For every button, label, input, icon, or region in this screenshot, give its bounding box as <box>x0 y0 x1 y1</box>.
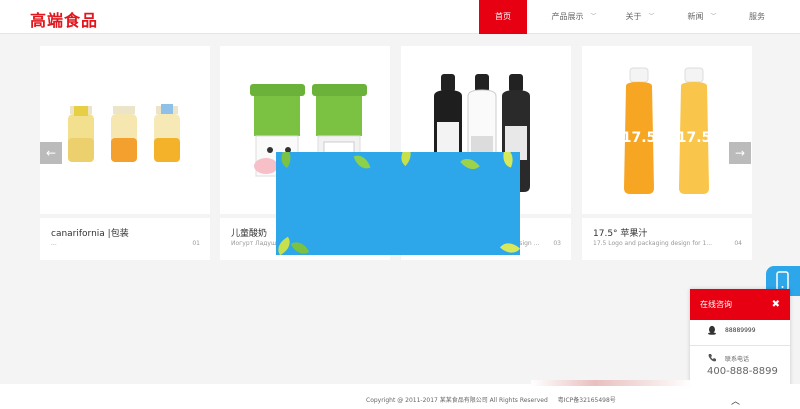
nav-item-service[interactable]: 服务 <box>731 0 783 34</box>
qq-contact[interactable]: 88889999 <box>707 325 756 335</box>
product-card[interactable]: 17.5 17.5 17.5° 苹果汁 17.5 Logo and packag… <box>582 46 752 260</box>
phone-label-row: 联系电话 <box>707 353 749 363</box>
close-icon[interactable]: ✖ <box>772 289 780 320</box>
back-to-top-button[interactable]: ︿ <box>731 394 740 407</box>
nav-label: 服务 <box>749 12 765 21</box>
phone-label: 联系电话 <box>725 355 750 363</box>
card-title[interactable]: canarifornia |包装 <box>51 226 129 239</box>
leaf-decoration <box>499 152 517 168</box>
chevron-down-icon: ﹀ <box>648 13 655 20</box>
leaf-decoration <box>353 152 371 172</box>
qq-number: 88889999 <box>725 326 756 334</box>
main-nav: 首页 产品展示 ﹀ 关于 ﹀ 新闻 ﹀ 服务 <box>479 0 783 34</box>
product-image: 17.5 17.5 <box>582 46 752 214</box>
popup-banner[interactable] <box>276 152 520 255</box>
phone-icon <box>708 354 716 362</box>
slider-next-button[interactable]: → <box>729 142 751 164</box>
svg-text:17.5: 17.5 <box>677 130 712 146</box>
site-header: 高端食品 首页 产品展示 ﹀ 关于 ﹀ 新闻 ﹀ 服务 <box>0 0 800 34</box>
nav-item-home[interactable]: 首页 <box>479 0 527 34</box>
site-logo[interactable]: 高端食品 <box>30 7 98 31</box>
phone-number[interactable]: 400-888-8899 <box>707 366 778 377</box>
card-number: 03 <box>553 240 561 247</box>
nav-label: 关于 <box>625 12 642 21</box>
online-consult-panel: 在线咨询 ✖ 88889999 联系电话 400-888-8899 <box>690 289 790 392</box>
arrow-left-icon: ← <box>45 146 57 160</box>
leaf-decoration <box>460 154 480 174</box>
chevron-down-icon: ﹀ <box>710 13 717 20</box>
slider-prev-button[interactable]: ← <box>40 142 62 164</box>
product-image <box>40 46 210 214</box>
divider <box>40 214 210 218</box>
leaf-decoration <box>500 238 520 255</box>
card-number: 04 <box>734 240 742 247</box>
nav-label: 新闻 <box>687 12 704 21</box>
card-desc: 17.5 Logo and packaging design for 1... <box>593 240 713 247</box>
divider <box>690 345 790 346</box>
card-desc: ... <box>51 240 57 247</box>
card-number: 01 <box>192 240 200 247</box>
qq-icon <box>708 325 716 335</box>
consult-title: 在线咨询 <box>700 300 732 309</box>
nav-item-products[interactable]: 产品展示 ﹀ <box>541 0 607 34</box>
consult-header: 在线咨询 ✖ <box>690 289 790 320</box>
arrow-right-icon: → <box>734 146 746 160</box>
icp-link[interactable]: 粤ICP备32165498号 <box>558 397 616 404</box>
divider <box>582 214 752 218</box>
card-title[interactable]: 儿童酸奶 <box>231 226 267 239</box>
card-title[interactable]: 17.5° 苹果汁 <box>593 226 647 239</box>
chevron-down-icon: ﹀ <box>590 13 597 20</box>
nav-item-about[interactable]: 关于 ﹀ <box>607 0 673 34</box>
svg-text:17.5: 17.5 <box>622 130 657 146</box>
chevron-up-icon: ︿ <box>731 397 741 407</box>
footer-decoration <box>531 380 691 386</box>
nav-item-news[interactable]: 新闻 ﹀ <box>673 0 731 34</box>
leaf-decoration <box>276 152 296 168</box>
leaf-decoration <box>290 238 310 255</box>
nav-label: 产品展示 <box>551 12 584 21</box>
product-card[interactable]: canarifornia |包装 ... 01 <box>40 46 210 260</box>
leaf-decoration <box>396 152 416 166</box>
nav-label: 首页 <box>495 12 511 21</box>
copyright-text: Copyright @ 2011-2017 某某食品有限公司 All Right… <box>366 397 548 404</box>
footer-copyright: Copyright @ 2011-2017 某某食品有限公司 All Right… <box>366 395 616 404</box>
